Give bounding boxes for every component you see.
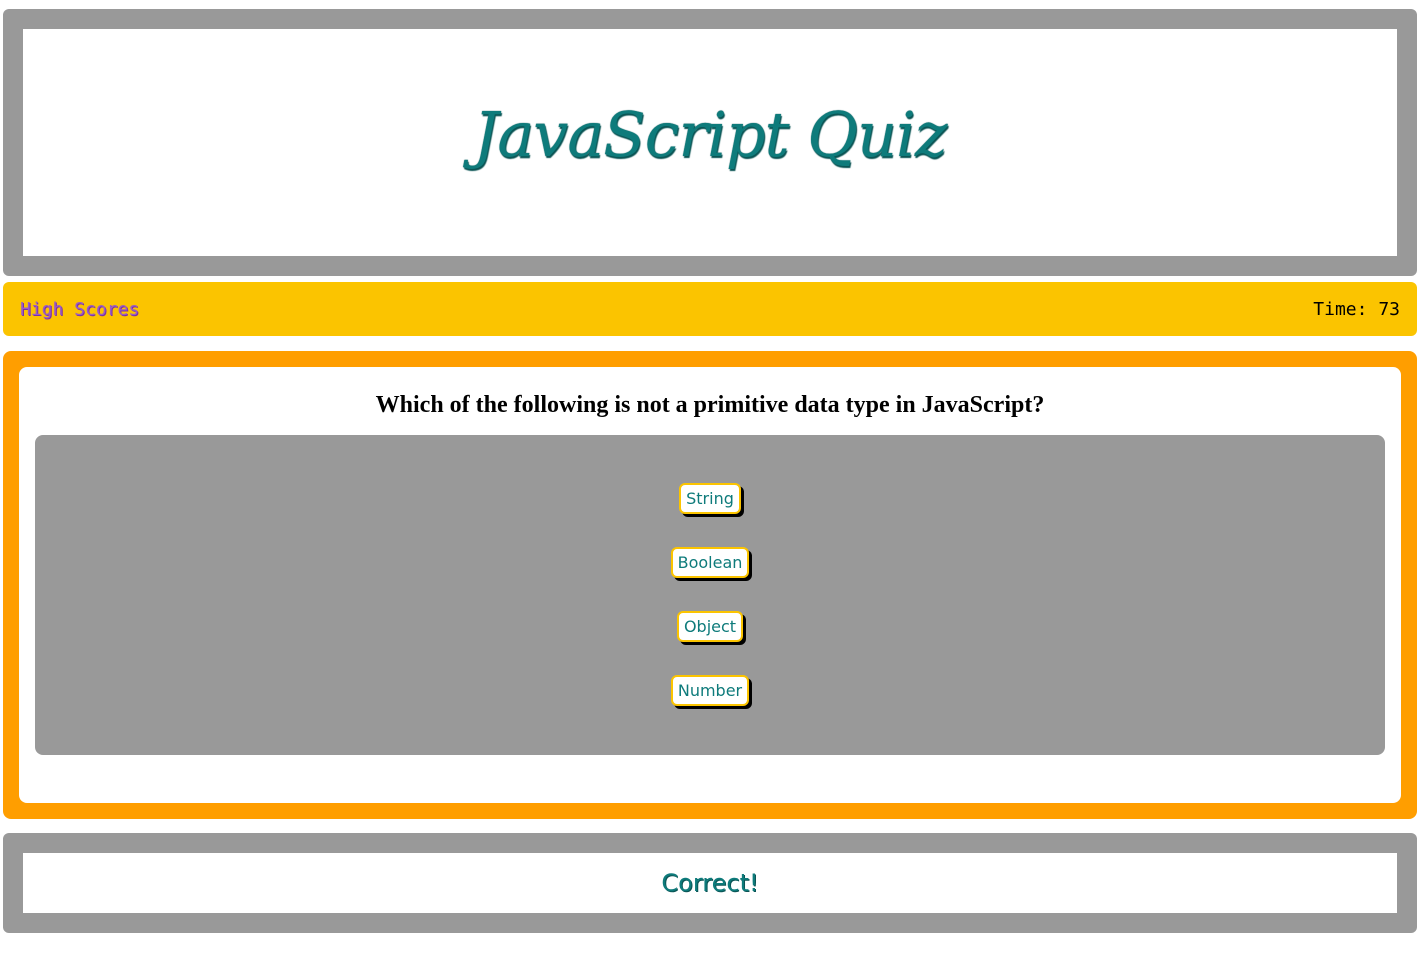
- high-scores-link[interactable]: High Scores: [20, 299, 139, 320]
- header-inner: JavaScript Quiz: [23, 29, 1397, 256]
- timer: Time: 73: [1313, 298, 1400, 320]
- question-text: Which of the following is not a primitiv…: [375, 392, 1045, 418]
- choices-area: String Boolean Object Number: [35, 435, 1385, 755]
- quiz-panel: Which of the following is not a primitiv…: [3, 351, 1417, 819]
- result-message: Correct!: [661, 869, 759, 897]
- choice-button-number[interactable]: Number: [670, 675, 750, 706]
- quiz-inner: Which of the following is not a primitiv…: [19, 367, 1401, 803]
- page-title: JavaScript Quiz: [473, 98, 947, 171]
- result-inner: Correct!: [23, 853, 1397, 913]
- choice-button-boolean[interactable]: Boolean: [670, 547, 750, 578]
- result-panel: Correct!: [3, 833, 1417, 933]
- choice-button-object[interactable]: Object: [676, 611, 744, 642]
- top-bar: High Scores Time: 73: [3, 282, 1417, 336]
- choice-button-string[interactable]: String: [679, 483, 741, 514]
- header-banner: JavaScript Quiz: [3, 9, 1417, 276]
